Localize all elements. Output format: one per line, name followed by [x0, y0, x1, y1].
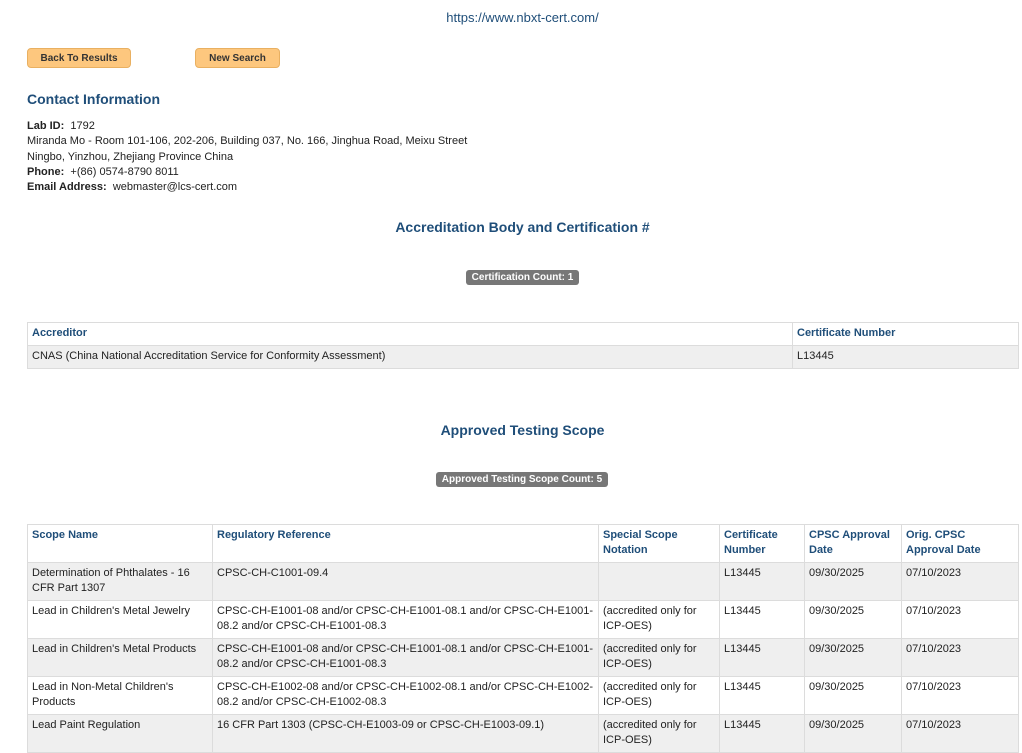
table-cell: CPSC-CH-C1001-09.4 [212, 562, 599, 601]
table-cell: 07/10/2023 [901, 714, 1019, 753]
column-header: CPSC Approval Date [804, 524, 902, 563]
table-cell: 07/10/2023 [901, 676, 1019, 715]
email-line: Email Address: webmaster@lcs-cert.com [27, 180, 467, 195]
table-cell: Lead in Non-Metal Children's Products [27, 676, 213, 715]
back-to-results-button[interactable]: Back To Results [27, 48, 131, 68]
table-cell: (accredited only for ICP-OES) [598, 676, 720, 715]
table-cell: 07/10/2023 [901, 600, 1019, 639]
table-cell: 07/10/2023 [901, 562, 1019, 601]
scope-heading: Approved Testing Scope [440, 422, 605, 438]
address-line-1: Miranda Mo - Room 101-106, 202-206, Buil… [27, 135, 468, 148]
column-header: Orig. CPSC Approval Date [901, 524, 1019, 563]
table-cell: (accredited only for ICP-OES) [598, 600, 720, 639]
phone-value: +(86) 0574-8790 8011 [70, 165, 179, 178]
table-row: Lead in Children's Metal Jewelry CPSC-CH-… [27, 600, 1019, 639]
column-header: Accreditor [27, 322, 793, 346]
accreditation-heading: Accreditation Body and Certification # [395, 219, 650, 235]
scope-table: Scope Name Regulatory Reference Special Sc… [27, 524, 1019, 753]
certification-count-badge: Certification Count: 1 [466, 270, 579, 285]
table-row: Determination of Phthalates - 16 CFR Par… [27, 562, 1019, 601]
lab-id-value: 1792 [70, 120, 95, 132]
table-cell: 09/30/2025 [804, 562, 902, 601]
column-header: Special Scope Notation [598, 524, 720, 563]
table-cell: CPSC-CH-E1001-08 and/or CPSC-CH-E1001-08… [212, 600, 599, 639]
accreditation-table: Accreditor Certificate Number CNAS (China… [27, 322, 1019, 369]
table-cell: 16 CFR Part 1303 (CPSC-CH-E1003-09 or CP… [212, 714, 599, 753]
table-cell: L13445 [792, 345, 1019, 369]
table-cell: L13445 [719, 714, 805, 753]
table-cell: CPSC-CH-E1001-08 and/or CPSC-CH-E1001-08… [212, 638, 599, 677]
table-row: Lead in Children's Metal Products CPSC-CH… [27, 638, 1019, 677]
table-cell: L13445 [719, 676, 805, 715]
table-cell [598, 562, 720, 601]
email-label: Email Address: [27, 181, 107, 194]
contact-block: Lab ID: 1792 Miranda Mo - Room 101-106, … [27, 119, 467, 195]
table-cell: Determination of Phthalates - 16 CFR Par… [27, 562, 213, 601]
email-value: webmaster@lcs-cert.com [112, 181, 238, 194]
table-cell: L13445 [719, 638, 805, 677]
table-cell: (accredited only for ICP-OES) [598, 638, 720, 677]
lab-id-line: Lab ID: 1792 [27, 119, 467, 134]
table-cell: (accredited only for ICP-OES) [598, 714, 720, 753]
table-cell: 09/30/2025 [804, 638, 902, 677]
table-row: Lead in Non-Metal Children's Products CPS… [27, 676, 1019, 715]
table-cell: 07/10/2023 [901, 638, 1019, 677]
table-row: Lead Paint Regulation 16 CFR Part 1303 (C… [27, 714, 1019, 753]
column-header: Scope Name [27, 524, 213, 563]
table-cell: 09/30/2025 [804, 714, 902, 753]
table-cell: Lead Paint Regulation [27, 714, 213, 753]
table-cell: Lead in Children's Metal Jewelry [27, 600, 213, 639]
table-cell: Lead in Children's Metal Products [27, 638, 213, 677]
table-cell: 09/30/2025 [804, 600, 902, 639]
scope-count-badge: Approved Testing Scope Count: 5 [436, 472, 608, 487]
column-header: Certificate Number [719, 524, 805, 563]
table-cell: CPSC-CH-E1002-08 and/or CPSC-CH-E1002-08… [212, 676, 599, 715]
new-search-button[interactable]: New Search [195, 48, 280, 68]
table-cell: L13445 [719, 562, 805, 601]
table-cell: L13445 [719, 600, 805, 639]
phone-label: Phone: [27, 165, 65, 178]
column-header: Certificate Number [792, 322, 1019, 346]
table-cell: 09/30/2025 [804, 676, 902, 715]
column-header: Regulatory Reference [212, 524, 599, 563]
lab-id-label: Lab ID: [27, 120, 65, 132]
phone-line: Phone: +(86) 0574-8790 8011 [27, 165, 467, 180]
table-row: CNAS (China National Accreditation Servi… [27, 345, 1019, 369]
table-cell: CNAS (China National Accreditation Servi… [27, 345, 793, 369]
site-url-link[interactable]: https://www.nbxt-cert.com/ [0, 10, 1022, 25]
contact-heading: Contact Information [27, 91, 160, 107]
address-line-2: Ningbo, Yinzhou, Zhejiang Province China [27, 150, 234, 163]
